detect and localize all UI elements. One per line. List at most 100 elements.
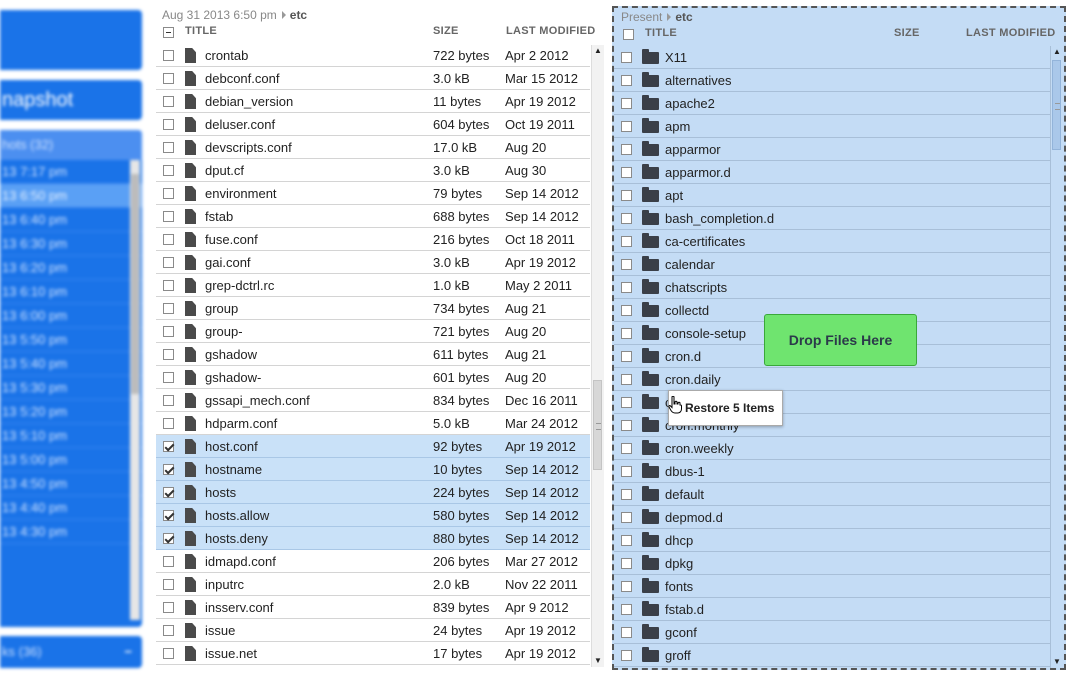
row-checkbox[interactable] [621,167,632,178]
row-checkbox[interactable] [163,625,174,636]
row-checkbox[interactable] [621,604,632,615]
folder-row[interactable]: X11 [614,46,1050,69]
folder-row[interactable]: apache2 [614,92,1050,115]
row-checkbox[interactable] [621,627,632,638]
row-checkbox[interactable] [621,213,632,224]
file-row[interactable]: gai.conf 3.0 kB Apr 19 2012 [156,251,590,274]
folder-row[interactable]: apt [614,184,1050,207]
file-row[interactable]: devscripts.conf 17.0 kB Aug 20 [156,136,590,159]
scroll-down-icon[interactable]: ▼ [1051,656,1063,668]
file-row[interactable]: hosts.deny 880 bytes Sep 14 2012 [156,527,590,550]
file-list-scrollbar[interactable]: ▲ ▼ [591,45,604,667]
row-checkbox[interactable] [163,303,174,314]
snapshot-list-item[interactable]: 13 4:50 pm [0,472,142,496]
file-row[interactable]: insserv.conf 839 bytes Apr 9 2012 [156,596,590,619]
folder-row[interactable]: fonts [614,575,1050,598]
file-row[interactable]: issue.net 17 bytes Apr 19 2012 [156,642,590,665]
file-row[interactable]: group- 721 bytes Aug 20 [156,320,590,343]
folder-row[interactable]: alternatives [614,69,1050,92]
file-row[interactable]: fuse.conf 216 bytes Oct 18 2011 [156,228,590,251]
snapshot-list-item[interactable]: 13 5:50 pm [0,328,142,352]
file-row[interactable]: environment 79 bytes Sep 14 2012 [156,182,590,205]
row-checkbox[interactable] [163,510,174,521]
folder-row[interactable]: chatscripts [614,276,1050,299]
snapshot-list-item[interactable]: 13 5:00 pm [0,448,142,472]
snapshot-list-item[interactable]: 13 4:40 pm [0,496,142,520]
snapshot-list-item[interactable]: 13 6:40 pm [0,208,142,232]
row-checkbox[interactable] [163,96,174,107]
file-row[interactable]: group 734 bytes Aug 21 [156,297,590,320]
row-checkbox[interactable] [621,305,632,316]
folder-row[interactable]: apm [614,115,1050,138]
row-checkbox[interactable] [163,418,174,429]
row-checkbox[interactable] [163,280,174,291]
present-file-pane-drop-zone[interactable]: Present etc TITLE SIZE LAST MODIFIED X11 a… [612,6,1066,670]
snapshot-list-item[interactable]: 13 5:10 pm [0,424,142,448]
row-checkbox[interactable] [621,282,632,293]
folder-list-scrollbar[interactable]: ▲ ▼ [1050,46,1063,668]
row-checkbox[interactable] [621,144,632,155]
folder-row[interactable]: fstab.d [614,598,1050,621]
scroll-up-icon[interactable]: ▲ [1051,46,1063,58]
file-row[interactable]: host.conf 92 bytes Apr 19 2012 [156,435,590,458]
row-checkbox[interactable] [621,351,632,362]
folder-row[interactable]: ca-certificates [614,230,1050,253]
drop-files-here-button[interactable]: Drop Files Here [764,314,917,366]
file-row[interactable]: hosts 224 bytes Sep 14 2012 [156,481,590,504]
file-row[interactable]: deluser.conf 604 bytes Oct 19 2011 [156,113,590,136]
row-checkbox[interactable] [163,188,174,199]
snapshot-list-item[interactable]: 13 6:00 pm [0,304,142,328]
row-checkbox[interactable] [621,558,632,569]
snapshot-list-item[interactable]: 13 5:20 pm [0,400,142,424]
snapshot-list-item[interactable]: 13 5:30 pm [0,376,142,400]
folder-row[interactable]: cron.daily [614,368,1050,391]
row-checkbox[interactable] [163,372,174,383]
row-checkbox[interactable] [163,165,174,176]
folder-row[interactable]: cron.weekly [614,437,1050,460]
row-checkbox[interactable] [621,466,632,477]
file-row[interactable]: hdparm.conf 5.0 kB Mar 24 2012 [156,412,590,435]
folder-row[interactable]: bash_completion.d [614,207,1050,230]
scrollbar-thumb[interactable] [1052,60,1061,150]
file-row[interactable]: fstab 688 bytes Sep 14 2012 [156,205,590,228]
column-header-size[interactable]: SIZE [894,27,920,45]
row-checkbox[interactable] [163,211,174,222]
folder-row[interactable]: calendar [614,253,1050,276]
column-header-last-modified[interactable]: LAST MODIFIED [966,27,1055,45]
snapshot-list-item[interactable]: 13 5:40 pm [0,352,142,376]
column-header-title[interactable]: TITLE [645,27,677,45]
folder-row[interactable]: gconf [614,621,1050,644]
select-all-checkbox[interactable] [623,29,634,40]
row-checkbox[interactable] [621,535,632,546]
snapshot-list-item[interactable]: 13 6:50 pm [0,184,142,208]
snapshot-list-item[interactable]: 13 4:30 pm [0,520,142,544]
file-row[interactable]: idmapd.conf 206 bytes Mar 27 2012 [156,550,590,573]
sidebar-footer-section[interactable]: ks (36) − [0,636,142,668]
row-checkbox[interactable] [163,50,174,61]
file-row[interactable]: hosts.allow 580 bytes Sep 14 2012 [156,504,590,527]
row-checkbox[interactable] [163,556,174,567]
folder-row[interactable]: dpkg [614,552,1050,575]
row-checkbox[interactable] [621,259,632,270]
row-checkbox[interactable] [163,602,174,613]
row-checkbox[interactable] [163,257,174,268]
sidebar-top-button[interactable] [0,10,142,70]
file-row[interactable]: issue 24 bytes Apr 19 2012 [156,619,590,642]
row-checkbox[interactable] [621,489,632,500]
row-checkbox[interactable] [621,121,632,132]
breadcrumb-present[interactable]: Present [621,10,662,24]
snapshot-list-item[interactable]: 13 7:17 pm [0,160,142,184]
select-all-checkbox[interactable] [163,27,174,38]
file-row[interactable]: hostname 10 bytes Sep 14 2012 [156,458,590,481]
row-checkbox[interactable] [163,441,174,452]
folder-row[interactable]: default [614,483,1050,506]
snapshot-list-scrollbar[interactable] [130,160,140,620]
snapshot-list-item[interactable]: 13 6:10 pm [0,280,142,304]
row-checkbox[interactable] [163,349,174,360]
row-checkbox[interactable] [163,326,174,337]
row-checkbox[interactable] [621,443,632,454]
snapshot-list-header[interactable]: hots (32) [0,130,142,160]
folder-row[interactable]: dhcp [614,529,1050,552]
row-checkbox[interactable] [163,579,174,590]
row-checkbox[interactable] [621,75,632,86]
